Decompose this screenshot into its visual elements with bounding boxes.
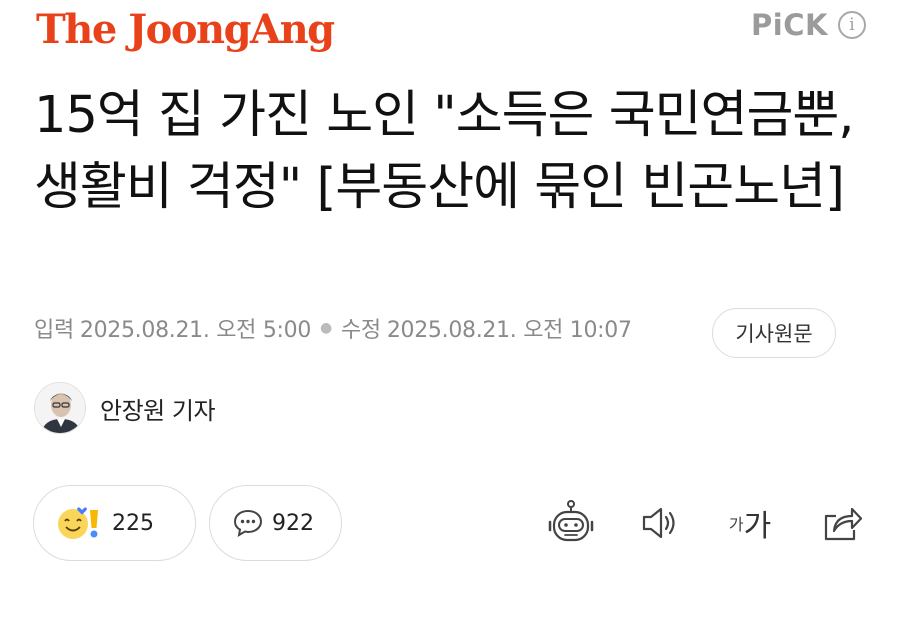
read-aloud-button[interactable] xyxy=(630,495,690,551)
updated-time: 2025.08.21. 오전 10:07 xyxy=(386,318,632,343)
original-article-button[interactable]: 기사원문 xyxy=(712,308,836,358)
speaker-icon xyxy=(642,507,675,539)
comment-icon xyxy=(233,509,263,537)
font-size-button[interactable]: 가 가 xyxy=(720,495,780,551)
comments-count: 922 xyxy=(272,510,314,536)
reporter-avatar[interactable] xyxy=(34,382,86,434)
share-icon xyxy=(824,507,863,541)
summary-bot-button[interactable] xyxy=(541,495,601,551)
meta-separator: ● xyxy=(320,320,332,336)
updated-label: 수정 xyxy=(340,318,381,343)
input-time: 2025.08.21. 오전 5:00 xyxy=(79,318,312,343)
pick-logo: PiCK xyxy=(751,8,828,42)
site-logo[interactable]: The JoongAng xyxy=(36,6,335,53)
reactions-count: 225 xyxy=(112,510,154,536)
summary-bot-icon xyxy=(548,500,594,542)
exclamation-icon xyxy=(90,510,98,538)
font-size-small: 가 xyxy=(728,515,744,534)
article-headline: 15억 집 가진 노인 "소득은 국민연금뿐, 생활비 걱정" [부동산에 묶인… xyxy=(34,86,855,217)
font-size-large: 가 xyxy=(743,509,772,544)
comments-button[interactable]: 922 xyxy=(209,485,342,561)
pick-badge[interactable]: PiCK i xyxy=(751,8,866,42)
article-meta: 입력 2025.08.21. 오전 5:00 ● 수정 2025.08.21. … xyxy=(34,312,632,344)
share-button[interactable] xyxy=(812,495,872,551)
reporter-name[interactable]: 안장원 기자 xyxy=(100,391,216,426)
reporter-info[interactable]: 안장원 기자 xyxy=(34,382,216,434)
info-icon[interactable]: i xyxy=(838,11,866,39)
reaction-button[interactable]: 225 xyxy=(33,485,196,561)
input-label: 입력 xyxy=(34,318,74,343)
